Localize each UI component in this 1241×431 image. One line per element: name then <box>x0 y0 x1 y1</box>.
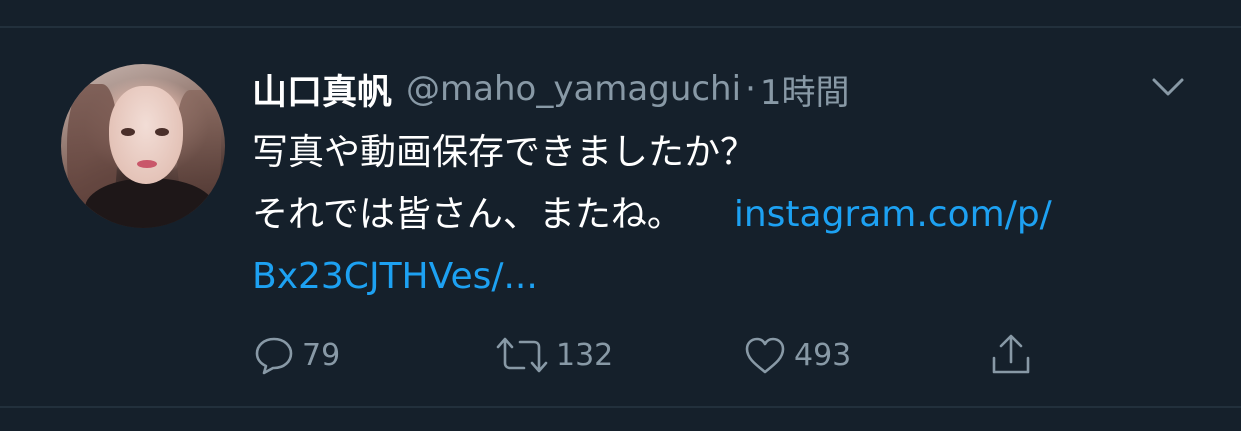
tweet-timestamp[interactable]: 1時間 <box>760 65 850 114</box>
tweet-menu-button[interactable] <box>1148 72 1188 102</box>
instagram-link-part-1[interactable]: instagram.com/p/ <box>734 194 1052 235</box>
avatar-lips <box>137 160 157 168</box>
header-separator: · <box>745 69 756 109</box>
reply-icon <box>255 337 293 375</box>
avatar[interactable] <box>61 64 225 228</box>
tweet-text-line-2: それでは皆さん、またね。 instagram.com/p/ <box>252 184 1212 246</box>
bottom-divider <box>0 406 1241 408</box>
retweet-count: 132 <box>556 337 614 373</box>
top-divider <box>0 26 1241 28</box>
avatar-face <box>109 86 183 184</box>
tweet-text-line-2-body: それでは皆さん、またね。 <box>252 194 683 235</box>
like-count: 493 <box>794 337 852 373</box>
avatar-eye-right <box>155 128 169 136</box>
instagram-link-part-2[interactable]: Bx23CJTHVes/... <box>252 246 1212 308</box>
share-button[interactable] <box>988 330 1034 380</box>
author-display-name[interactable]: 山口真帆 <box>252 64 392 115</box>
share-icon <box>992 334 1030 374</box>
reply-button[interactable]: 79 <box>252 330 340 380</box>
like-button[interactable]: 493 <box>742 330 851 380</box>
chevron-down-icon <box>1152 78 1184 96</box>
avatar-eye-left <box>121 128 135 136</box>
tweet-text: 写真や動画保存できましたか？ それでは皆さん、またね。 instagram.co… <box>252 122 1212 308</box>
heart-icon <box>745 337 785 374</box>
retweet-icon <box>496 337 548 373</box>
tweet-text-line-1: 写真や動画保存できましたか？ <box>252 132 757 173</box>
retweet-button[interactable]: 132 <box>494 330 613 380</box>
author-handle[interactable]: @maho_yamaguchi <box>406 69 741 109</box>
reply-count: 79 <box>302 337 341 373</box>
tweet-header: 山口真帆 @maho_yamaguchi · 1時間 <box>252 64 850 114</box>
